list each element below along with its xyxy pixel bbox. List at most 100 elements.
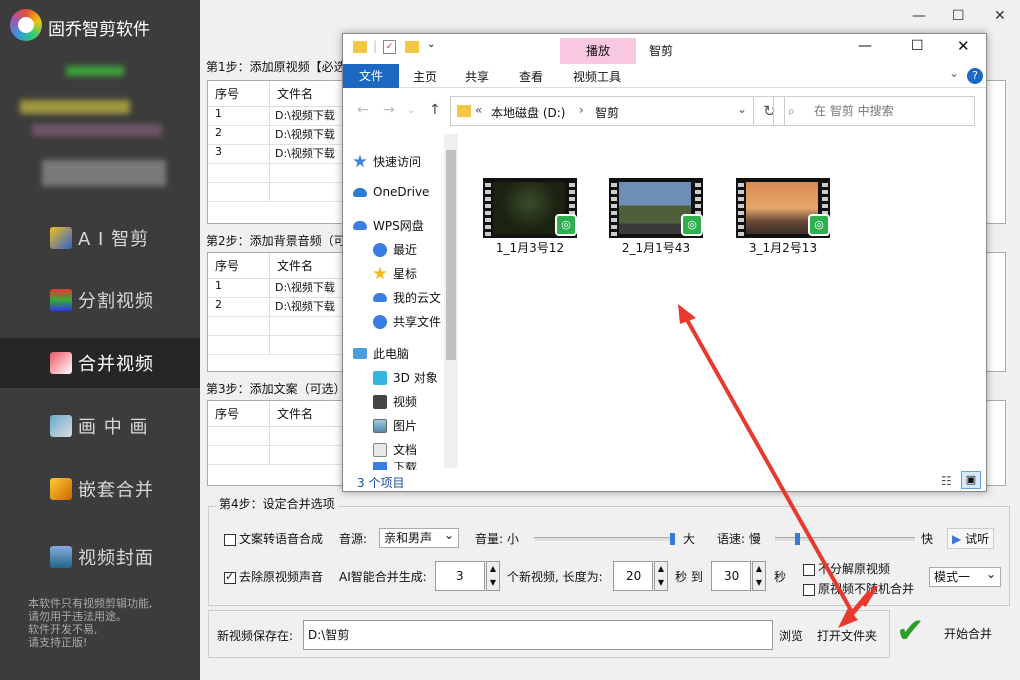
video-app-icon: ◎ <box>808 214 830 236</box>
video-file-1[interactable]: ◎ <box>483 178 577 238</box>
table-row[interactable]: 1 D:\视频下载 <box>208 279 346 298</box>
tree-downloads[interactable]: 下载 <box>373 462 417 470</box>
video-file-3[interactable]: ◎ <box>736 178 830 238</box>
close-icon[interactable]: ✕ <box>994 8 1006 24</box>
large-icons-view-icon[interactable]: ▣ <box>961 471 981 489</box>
length-from-stepper[interactable]: ▲ ▼ <box>654 561 668 591</box>
tree-wps[interactable]: WPS网盘 <box>353 217 424 234</box>
nav-video-cover[interactable]: 视频封面 <box>0 532 200 582</box>
address-bar[interactable]: « 本地磁盘 (D:) › 智剪 ⌄ <box>450 96 754 126</box>
forward-arrow-icon[interactable]: → <box>383 102 395 118</box>
back-arrow-icon[interactable]: ← <box>357 102 369 118</box>
notice-text: 本软件只有视频剪辑功能, 请勿用于违法用途。 软件开发不易, 请支持正版! <box>28 597 153 649</box>
nav-split-video[interactable]: 分割视频 <box>0 275 200 325</box>
close-icon[interactable]: ✕ <box>957 37 970 55</box>
open-folder-button[interactable]: 打开文件夹 <box>817 627 877 644</box>
blurred-info <box>32 124 162 136</box>
browse-button[interactable]: 浏览 <box>779 627 803 644</box>
maximize-icon[interactable]: ☐ <box>911 38 924 54</box>
no-random-checkbox[interactable]: 原视频不随机合并 <box>803 580 914 597</box>
breadcrumb-drive[interactable]: 本地磁盘 (D:) <box>491 104 565 121</box>
tab-video-tools[interactable]: 视频工具 <box>573 68 621 85</box>
minimize-icon[interactable]: — <box>858 38 872 54</box>
nav-nest-merge[interactable]: 嵌套合并 <box>0 464 200 514</box>
step2-label: 第2步：添加背景音频（可 <box>206 234 346 248</box>
length-to-input[interactable]: 30 <box>711 561 751 591</box>
recent-dropdown-icon[interactable]: ⌄ <box>407 105 415 116</box>
step2-list-edge <box>986 252 1006 372</box>
length-from-input[interactable]: 20 <box>613 561 653 591</box>
table-row[interactable]: 2 D:\视频下载 <box>208 126 346 145</box>
nav-ai-clip[interactable]: A I 智剪 <box>0 213 200 263</box>
search-input[interactable]: ⌕ 在 智剪 中搜索 <box>773 96 975 126</box>
table-row[interactable]: 1 D:\视频下载 <box>208 107 346 126</box>
tab-file[interactable]: 文件 <box>343 64 399 88</box>
tree-quick-access[interactable]: 快速访问 <box>353 153 421 170</box>
nav-picture-in-picture[interactable]: 画 中 画 <box>0 401 200 451</box>
pip-icon <box>50 415 72 437</box>
table-row <box>208 183 346 202</box>
tree-shared[interactable]: 共享文件 <box>373 313 441 330</box>
video-file-2[interactable]: ◎ <box>609 178 703 238</box>
tree-label: 快速访问 <box>373 155 422 169</box>
tree-recent[interactable]: 最近 <box>373 241 417 258</box>
tree-onedrive[interactable]: OneDrive <box>353 185 429 199</box>
cell-filename: D:\视频下载 <box>275 281 335 294</box>
maximize-icon[interactable]: ☐ <box>952 8 965 24</box>
speed-slider[interactable] <box>775 533 915 545</box>
tts-checkbox[interactable]: 文案转语音合成 <box>224 530 323 547</box>
preview-button[interactable]: ▶ 试听 <box>947 528 995 549</box>
tree-starred[interactable]: 星标 <box>373 265 417 282</box>
tree-this-pc[interactable]: 此电脑 <box>353 345 409 362</box>
volume-label: 音量: 小 <box>475 532 519 546</box>
tree-documents[interactable]: 文档 <box>373 441 417 458</box>
qat-dropdown-icon[interactable]: ⌄ <box>427 39 435 50</box>
table-row[interactable]: 3 D:\视频下载 <box>208 145 346 164</box>
star-icon <box>353 154 367 168</box>
details-view-icon[interactable]: ☷ <box>941 474 952 488</box>
step1-video-list[interactable]: 序号 文件名 1 D:\视频下载 2 D:\视频下载 3 D:\视频下载 <box>207 80 347 224</box>
length-to-stepper[interactable]: ▲ ▼ <box>752 561 766 591</box>
save-path-value: D:\智剪 <box>308 628 350 642</box>
no-split-checkbox[interactable]: 不分解原视频 <box>803 560 890 577</box>
cell-index: 1 <box>208 107 270 125</box>
file-name[interactable]: 2_1月1号43 <box>601 239 711 256</box>
tree-videos[interactable]: 视频 <box>373 393 417 410</box>
table-row[interactable]: 2 D:\视频下载 <box>208 298 346 317</box>
tree-scrollbar-thumb[interactable] <box>446 150 456 360</box>
remove-audio-checkbox[interactable]: 去除原视频声音 <box>224 568 323 585</box>
help-icon[interactable]: ? <box>967 68 983 84</box>
volume-slider[interactable] <box>534 533 675 545</box>
no-random-label: 原视频不随机合并 <box>818 582 915 596</box>
start-merge-button[interactable]: ✔ 开始合并 <box>896 611 1010 657</box>
save-path-input[interactable]: D:\智剪 <box>303 620 773 650</box>
step3-text-list[interactable]: 序号 文件名 <box>207 400 347 486</box>
up-arrow-icon[interactable]: ↑ <box>429 102 441 118</box>
tree-label: 下载 <box>393 462 418 470</box>
step4-options: 文案转语音合成 音源: 亲和男声 音量: 小 大 语速: 慢 快 ▶ 试听 去除… <box>208 506 1010 606</box>
speed-slider-thumb[interactable] <box>795 533 800 545</box>
tree-my-cloud[interactable]: 我的云文 <box>373 289 441 306</box>
chevron-down-icon[interactable]: ⌄ <box>949 66 959 80</box>
tree-pictures[interactable]: 图片 <box>373 417 417 434</box>
tree-3d-objects[interactable]: 3D 对象 <box>373 369 438 386</box>
nav-merge-video[interactable]: 合并视频 <box>0 338 200 388</box>
volume-slider-thumb[interactable] <box>670 533 675 545</box>
play-context-tab[interactable]: 播放 <box>560 38 636 64</box>
file-name[interactable]: 1_1月3号12 <box>475 239 585 256</box>
breadcrumb-folder[interactable]: 智剪 <box>595 104 619 121</box>
count-stepper[interactable]: ▲ ▼ <box>486 561 500 591</box>
tree-label: OneDrive <box>373 185 430 199</box>
tab-share[interactable]: 共享 <box>465 68 489 85</box>
tab-view[interactable]: 查看 <box>519 68 543 85</box>
step2-audio-list[interactable]: 序号 文件名 1 D:\视频下载 2 D:\视频下载 <box>207 252 347 372</box>
chevron-down-icon[interactable]: ⌄ <box>737 102 747 116</box>
tab-home[interactable]: 主页 <box>413 68 437 85</box>
minimize-icon[interactable]: — <box>912 8 926 24</box>
new-folder-icon[interactable] <box>405 41 419 53</box>
voice-select[interactable]: 亲和男声 <box>379 526 459 548</box>
count-input[interactable]: 3 <box>435 561 485 591</box>
mode-select[interactable]: 模式一 <box>929 565 1001 587</box>
properties-icon[interactable]: ✓ <box>383 40 396 54</box>
file-name[interactable]: 3_1月2号13 <box>728 239 838 256</box>
